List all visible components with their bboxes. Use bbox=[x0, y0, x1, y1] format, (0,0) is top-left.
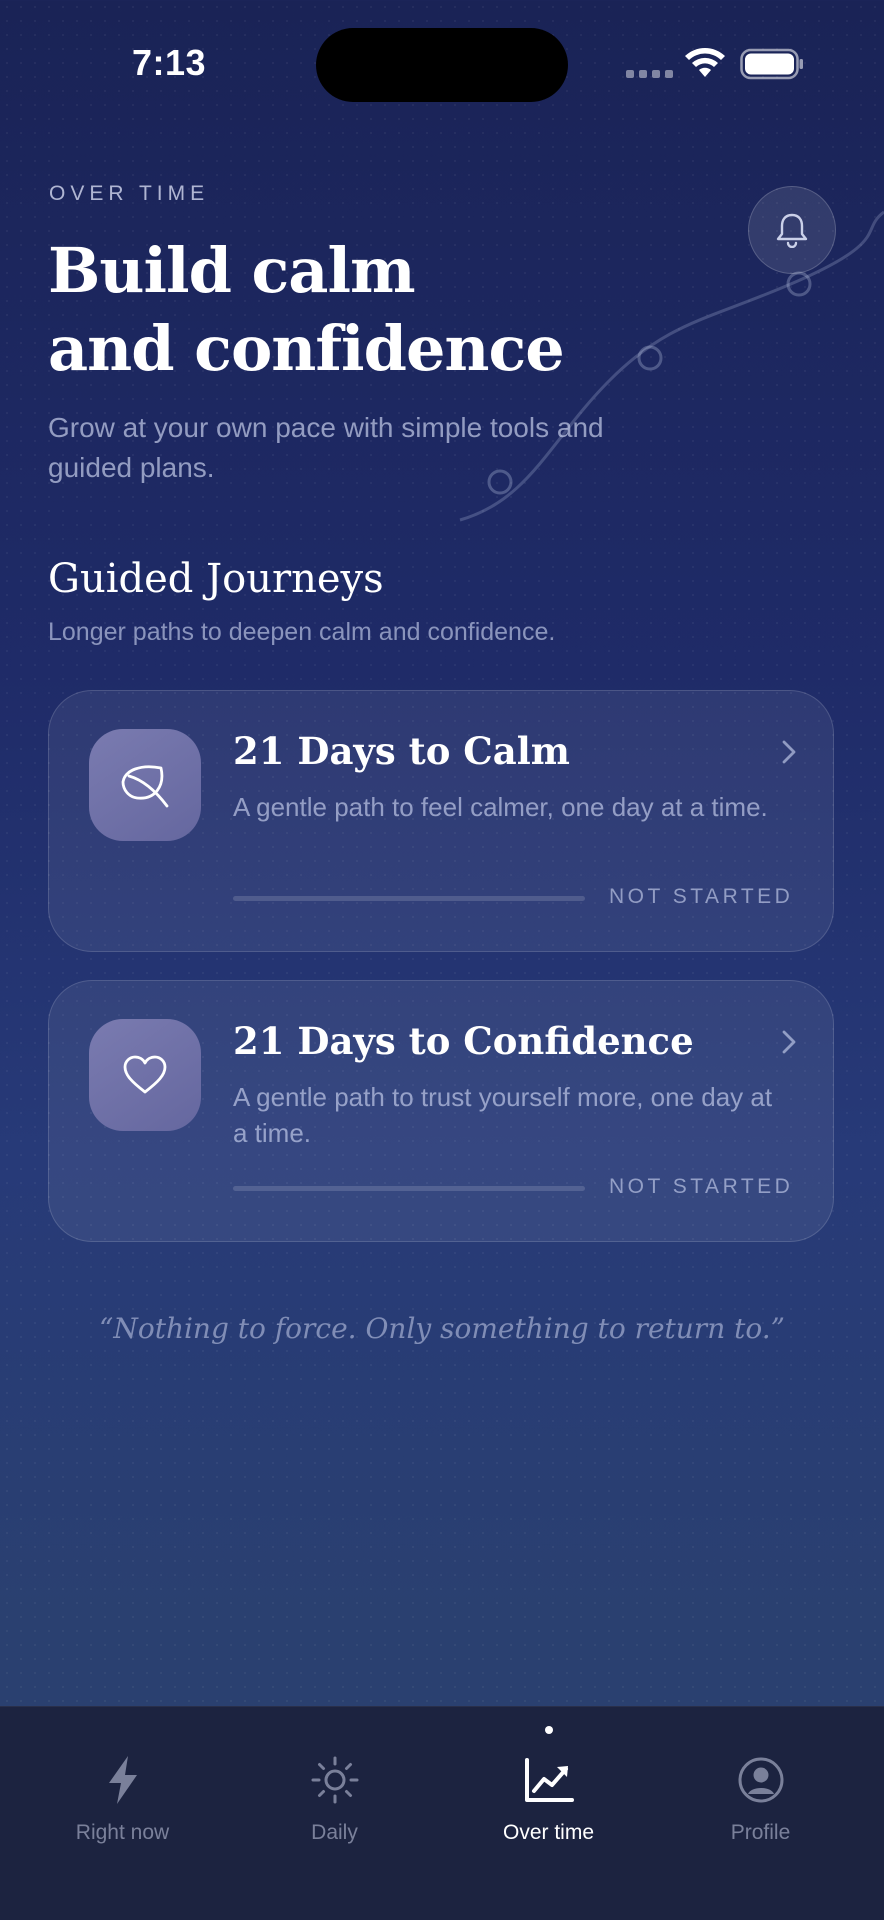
active-tab-indicator bbox=[545, 1726, 553, 1734]
journey-status: NOT STARTED bbox=[609, 1175, 794, 1198]
journey-icon-tile bbox=[89, 1019, 201, 1131]
bell-icon bbox=[776, 213, 808, 248]
dynamic-island bbox=[316, 28, 568, 102]
lightning-icon bbox=[108, 1756, 137, 1804]
journey-title: 21 Days to Confidence bbox=[233, 1019, 694, 1063]
page-subtitle: Grow at your own pace with simple tools … bbox=[48, 412, 604, 483]
journey-progress-bar bbox=[233, 896, 585, 901]
tab-profile[interactable]: Profile bbox=[650, 1707, 871, 1920]
page-title: Build calm and confidence bbox=[48, 232, 565, 388]
status-bar: 7:13 bbox=[0, 0, 884, 120]
journey-icon-tile bbox=[89, 729, 201, 841]
journey-title: 21 Days to Calm bbox=[233, 729, 570, 773]
tab-label: Daily bbox=[311, 1821, 358, 1844]
journey-card-confidence[interactable]: 21 Days to Confidence A gentle path to t… bbox=[48, 980, 834, 1242]
page-title-line-2: and confidence bbox=[48, 312, 565, 385]
status-time: 7:13 bbox=[132, 42, 207, 83]
inspirational-quote: “Nothing to force. Only something to ret… bbox=[99, 1312, 785, 1345]
journey-progress-bar bbox=[233, 1186, 585, 1191]
tab-over-time[interactable]: Over time bbox=[438, 1707, 659, 1920]
chevron-right-icon bbox=[782, 1030, 796, 1054]
leaf-icon bbox=[121, 765, 169, 808]
page-title-line-1: Build calm bbox=[48, 234, 416, 307]
heart-icon bbox=[123, 1055, 167, 1094]
trend-chart-icon bbox=[524, 1758, 574, 1802]
eyebrow-label: OVER TIME bbox=[49, 182, 210, 205]
journey-status: NOT STARTED bbox=[609, 885, 794, 908]
battery-icon bbox=[740, 48, 803, 80]
journey-description: A gentle path to trust yourself more, on… bbox=[233, 1082, 773, 1148]
journey-card-calm[interactable]: 21 Days to Calm A gentle path to feel ca… bbox=[48, 690, 834, 952]
tab-daily[interactable]: Daily bbox=[224, 1707, 445, 1920]
tab-right-now[interactable]: Right now bbox=[12, 1707, 233, 1920]
tab-label: Over time bbox=[502, 1821, 594, 1844]
chevron-right-icon bbox=[782, 740, 796, 764]
section-title: Guided Journeys bbox=[48, 556, 384, 602]
cellular-signal-icon bbox=[626, 70, 673, 78]
sun-icon bbox=[311, 1756, 358, 1804]
section-subtitle: Longer paths to deepen calm and confiden… bbox=[48, 618, 556, 646]
tab-bar: Right now Daily Over time Profile bbox=[0, 1706, 884, 1920]
journey-description: A gentle path to feel calmer, one day at… bbox=[233, 792, 768, 822]
profile-icon bbox=[738, 1757, 783, 1803]
tab-label: Profile bbox=[730, 1821, 791, 1844]
tab-label: Right now bbox=[75, 1821, 170, 1844]
notifications-button[interactable] bbox=[748, 186, 836, 274]
wifi-icon bbox=[685, 48, 725, 77]
